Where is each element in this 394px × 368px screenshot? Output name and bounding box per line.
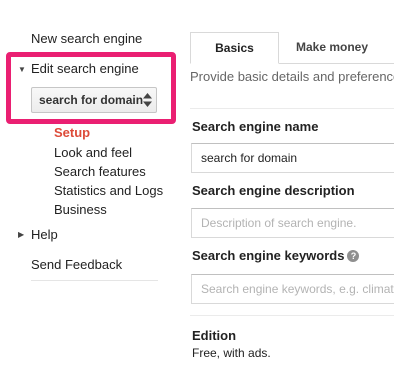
sidebar-item-look-and-feel[interactable]: Look and feel bbox=[54, 145, 132, 161]
cse-control-panel: New search engine ▼ Edit search engine s… bbox=[0, 0, 394, 368]
help-icon[interactable]: ? bbox=[347, 250, 360, 262]
section-description: Provide basic details and preferences bbox=[190, 69, 394, 84]
engine-select-value: search for domain bbox=[39, 93, 144, 107]
engine-name-input[interactable]: search for domain bbox=[191, 143, 394, 173]
engine-keywords-label-text: Search engine keywords bbox=[192, 248, 345, 263]
sidebar-item-business[interactable]: Business bbox=[54, 202, 107, 218]
engine-select[interactable]: search for domain bbox=[31, 87, 157, 113]
caret-down-icon[interactable]: ▼ bbox=[18, 65, 26, 75]
section-divider-2 bbox=[190, 315, 394, 316]
engine-description-label: Search engine description bbox=[192, 183, 355, 198]
updown-arrows-icon bbox=[143, 93, 152, 107]
edit-search-engine-link[interactable]: Edit search engine bbox=[31, 61, 139, 77]
tab-make-money[interactable]: Make money bbox=[279, 32, 394, 63]
sidebar-divider bbox=[31, 280, 158, 281]
section-divider bbox=[190, 108, 394, 109]
sidebar-item-search-features[interactable]: Search features bbox=[54, 164, 146, 180]
send-feedback-link[interactable]: Send Feedback bbox=[31, 257, 122, 273]
caret-right-icon[interactable]: ▶ bbox=[18, 230, 24, 240]
engine-name-label: Search engine name bbox=[192, 119, 319, 134]
new-search-engine-link[interactable]: New search engine bbox=[31, 31, 142, 47]
edition-value: Free, with ads. bbox=[192, 346, 271, 360]
engine-description-input[interactable]: Description of search engine. bbox=[191, 208, 394, 238]
sidebar-item-statistics-and-logs[interactable]: Statistics and Logs bbox=[54, 183, 163, 199]
tab-basics[interactable]: Basics bbox=[190, 32, 279, 64]
engine-keywords-input[interactable]: Search engine keywords, e.g. climate bbox=[191, 274, 394, 304]
help-link[interactable]: Help bbox=[31, 227, 58, 243]
edition-label: Edition bbox=[192, 328, 237, 343]
sidebar-item-setup[interactable]: Setup bbox=[54, 125, 90, 141]
engine-keywords-label: Search engine keywords? bbox=[192, 248, 360, 264]
